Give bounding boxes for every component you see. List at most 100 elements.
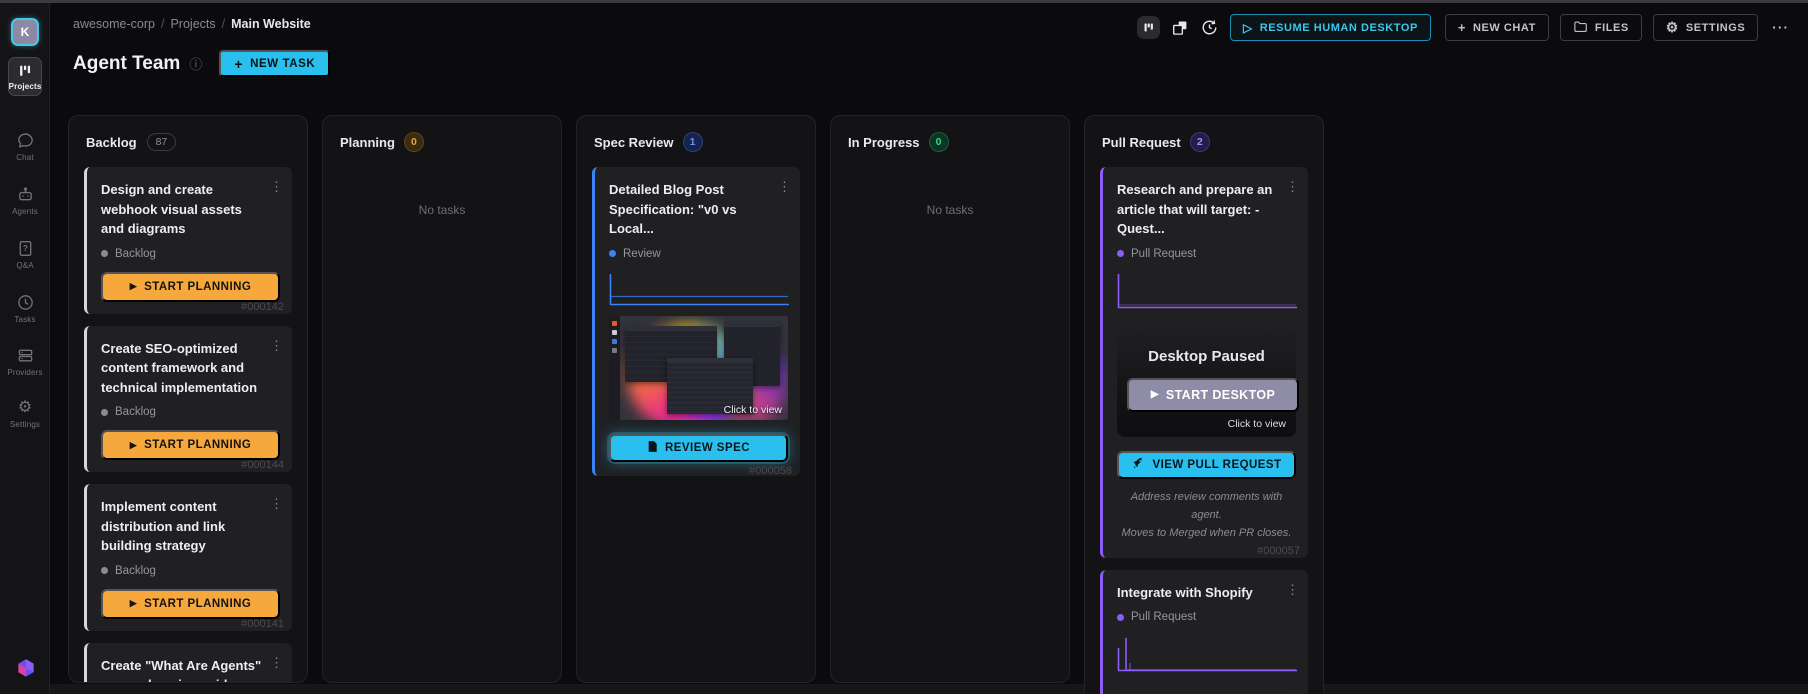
- sidebar-item-chat[interactable]: Chat: [0, 131, 50, 162]
- status-label: Pull Request: [1131, 248, 1196, 260]
- sidebar-item-projects[interactable]: Projects: [8, 57, 42, 96]
- sidebar-item-qa[interactable]: ? Q&A: [0, 239, 50, 270]
- breadcrumb-org[interactable]: awesome-corp: [73, 17, 155, 31]
- ticket-id: #000142: [241, 301, 284, 313]
- column-header: Pull Request 2: [1085, 116, 1323, 167]
- start-desktop-button[interactable]: ▶START DESKTOP: [1127, 378, 1299, 412]
- more-menu-button[interactable]: ⋯: [1769, 18, 1792, 38]
- task-title: Design and create webhook visual assets …: [101, 180, 280, 239]
- task-title: Create SEO-optimized content framework a…: [101, 339, 280, 398]
- folder-icon: [1573, 20, 1588, 36]
- history-icon[interactable]: [1200, 18, 1219, 37]
- column-planning: Planning 0 No tasks: [322, 115, 562, 683]
- status-label: Backlog: [115, 406, 156, 418]
- desktop-paused-title: Desktop Paused: [1127, 348, 1286, 365]
- view-pull-request-button[interactable]: VIEW PULL REQUEST: [1117, 451, 1296, 479]
- kebab-menu-icon[interactable]: ⋮: [1286, 179, 1299, 195]
- clock-icon: [16, 293, 35, 312]
- kebab-menu-icon[interactable]: ⋮: [778, 179, 791, 195]
- breadcrumb: awesome-corp / Projects / Main Website: [73, 17, 311, 31]
- kanban-icon: [17, 63, 33, 79]
- sidebar-item-label: Chat: [16, 153, 34, 162]
- breadcrumb-separator: /: [222, 17, 225, 31]
- rocket-icon: [1131, 456, 1145, 473]
- status-dot: [609, 250, 616, 257]
- column-header: Planning 0: [323, 116, 561, 167]
- question-doc-icon: ?: [16, 239, 35, 258]
- column-header: Backlog 87: [69, 116, 307, 167]
- thumbnail-dock: [609, 316, 620, 420]
- empty-column-message: No tasks: [831, 203, 1069, 217]
- column-count-badge: 87: [147, 133, 177, 151]
- info-icon[interactable]: ⓘ: [189, 54, 202, 73]
- new-task-button[interactable]: + NEW TASK: [219, 50, 330, 77]
- task-card[interactable]: Create "What Are Agents" comprehensive g…: [84, 643, 292, 684]
- breadcrumb-projects[interactable]: Projects: [170, 17, 215, 31]
- kebab-menu-icon[interactable]: ⋮: [270, 496, 283, 512]
- kebab-menu-icon[interactable]: ⋮: [270, 338, 283, 354]
- status-dot: [1117, 614, 1124, 621]
- sidebar-item-label: Q&A: [16, 261, 33, 270]
- avatar[interactable]: K: [11, 18, 39, 46]
- column-in-progress: In Progress 0 No tasks: [830, 115, 1070, 683]
- topbar-actions: ▷ RESUME HUMAN DESKTOP + NEW CHAT FILES …: [1137, 14, 1792, 41]
- column-title: Spec Review: [594, 135, 674, 150]
- task-card[interactable]: Integrate with Shopify ⋮ Pull Request De…: [1100, 570, 1308, 694]
- window-top-edge: [0, 0, 1808, 3]
- breadcrumb-separator: /: [161, 17, 164, 31]
- status-dot: [101, 567, 108, 574]
- start-planning-button[interactable]: ▶START PLANNING: [101, 272, 280, 302]
- sidebar-item-agents[interactable]: Agents: [0, 185, 50, 216]
- column-title: In Progress: [848, 135, 920, 150]
- desktop-paused-panel: Desktop Paused ▶START DESKTOP: [1117, 690, 1296, 694]
- status-dot: [101, 250, 108, 257]
- task-card[interactable]: Implement content distribution and link …: [84, 484, 292, 631]
- kebab-menu-icon[interactable]: ⋮: [1286, 582, 1299, 598]
- status-label: Backlog: [115, 248, 156, 260]
- task-card[interactable]: Research and prepare an article that wil…: [1100, 167, 1308, 558]
- new-chat-button[interactable]: + NEW CHAT: [1445, 14, 1549, 41]
- status-label: Pull Request: [1131, 611, 1196, 623]
- column-title: Pull Request: [1102, 135, 1181, 150]
- resume-human-desktop-button[interactable]: ▷ RESUME HUMAN DESKTOP: [1230, 14, 1431, 41]
- settings-button[interactable]: ⚙ SETTINGS: [1653, 14, 1759, 41]
- desktop-thumbnail[interactable]: Click to view: [609, 316, 788, 420]
- play-icon: ▶: [130, 598, 137, 609]
- robot-icon: [16, 185, 35, 204]
- sidebar-item-label: Projects: [9, 82, 42, 91]
- page-title: Agent Team: [73, 53, 180, 75]
- play-icon: ▶: [1151, 389, 1159, 400]
- status-label: Backlog: [115, 565, 156, 577]
- review-spec-button[interactable]: REVIEW SPEC: [609, 434, 788, 462]
- column-count-badge: 0: [930, 133, 948, 151]
- activity-sparkline: [1117, 636, 1298, 672]
- empty-column-message: No tasks: [323, 203, 561, 217]
- task-title: Research and prepare an article that wil…: [1117, 180, 1296, 239]
- document-icon: [647, 440, 658, 456]
- start-planning-button[interactable]: ▶START PLANNING: [101, 430, 280, 460]
- kebab-menu-icon[interactable]: ⋮: [270, 655, 283, 671]
- click-to-view-label[interactable]: Click to view: [1127, 418, 1286, 430]
- chat-bubble-icon: [16, 131, 35, 150]
- ticket-id: #000058: [749, 465, 792, 477]
- files-button[interactable]: FILES: [1560, 14, 1642, 41]
- app-window: K Projects Chat Agents ? Q&A: [0, 0, 1808, 694]
- title-row: Agent Team ⓘ + NEW TASK: [73, 50, 330, 77]
- pr-helper-note: Address review comments with agent. Move…: [1117, 488, 1296, 542]
- column-header: In Progress 0: [831, 116, 1069, 167]
- kanban-board-icon[interactable]: [1137, 16, 1160, 39]
- sidebar-item-providers[interactable]: Providers: [0, 346, 50, 377]
- task-card[interactable]: Design and create webhook visual assets …: [84, 167, 292, 314]
- sidebar-item-label: Tasks: [14, 315, 35, 324]
- kebab-menu-icon[interactable]: ⋮: [270, 179, 283, 195]
- task-card[interactable]: Detailed Blog Post Specification: "v0 vs…: [592, 167, 800, 476]
- task-card[interactable]: Create SEO-optimized content framework a…: [84, 326, 292, 473]
- column-spec-review: Spec Review 1 Detailed Blog Post Specifi…: [576, 115, 816, 683]
- sidebar-item-settings[interactable]: ⚙ Settings: [0, 399, 50, 429]
- sidebar-item-tasks[interactable]: Tasks: [0, 293, 50, 324]
- start-planning-button[interactable]: ▶START PLANNING: [101, 589, 280, 619]
- click-to-view-label: Click to view: [724, 404, 782, 416]
- window-icon[interactable]: [1171, 19, 1189, 37]
- sidebar-item-label: Agents: [12, 207, 38, 216]
- task-title: Detailed Blog Post Specification: "v0 vs…: [609, 180, 788, 239]
